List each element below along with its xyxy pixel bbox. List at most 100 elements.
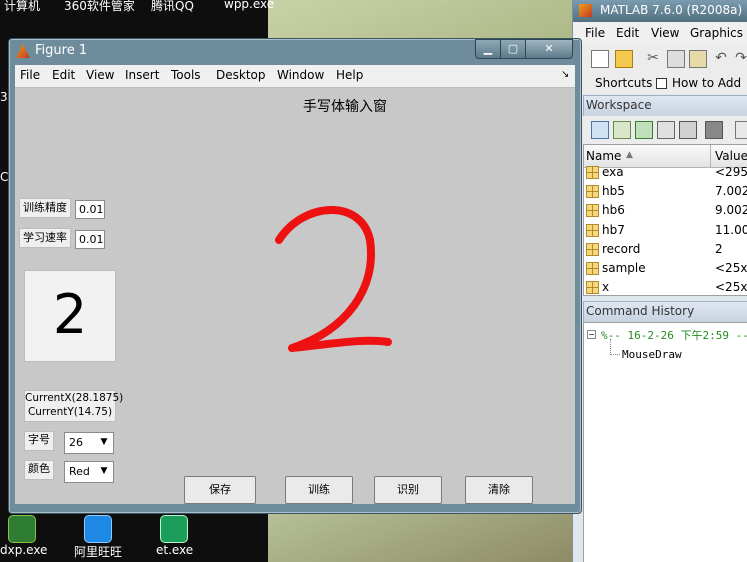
learning-rate-input[interactable]: 0.01 [75,230,105,249]
variable-name: sample [602,261,646,275]
menu-insert[interactable]: Insert [125,68,159,82]
handwritten-stroke [275,206,392,352]
copy-icon[interactable] [667,50,685,68]
recognition-result-box: 2 [24,270,116,362]
variable-name: hb7 [602,222,625,237]
collapse-icon[interactable]: − [587,330,596,339]
variable-matrix-icon [586,262,599,275]
workspace-row[interactable]: exa <295x [584,163,747,182]
recognize-button[interactable]: 识别 [374,476,442,504]
et-icon[interactable] [160,515,188,543]
variable-matrix-icon [586,166,599,179]
menu-edit[interactable]: Edit [52,68,75,82]
new-file-icon[interactable] [591,50,609,68]
matlab-menubar: File Edit View Graphics [573,22,747,44]
open-folder-icon[interactable] [615,50,633,68]
variable-name: hb6 [602,203,625,218]
shortcuts-label[interactable]: Shortcuts [595,76,652,90]
delete-icon[interactable] [705,121,723,139]
desktop-label-360[interactable]: 360软件管家 [64,0,135,14]
col-value-header[interactable]: Value [715,149,747,163]
save-workspace-icon[interactable] [635,121,653,139]
variable-name: hb5 [602,184,625,199]
figure-titlebar[interactable]: Figure 1 ▁ ▢ ✕ [9,39,581,65]
variable-value: <25x1 [715,261,747,275]
variable-value: 2 [715,241,723,256]
plot-select-icon[interactable] [735,121,747,139]
command-history-header: Command History [583,301,747,323]
menu-help[interactable]: Help [336,68,363,82]
workspace-row[interactable]: hb7 11.002 [584,221,747,240]
maximize-button[interactable]: ▢ [500,39,526,59]
variable-matrix-icon [586,242,599,256]
matlab-title: MATLAB 7.6.0 (R2008a) [600,3,743,17]
col-name-header[interactable]: Name [586,149,621,163]
open-selection-icon[interactable] [657,121,675,139]
workspace-row[interactable]: sample <25x1 [584,259,747,278]
figure-title: Figure 1 [35,43,88,58]
matlab-toolbar: ✂ ↶ ↷ [573,44,747,73]
learning-rate-label: 学习速率 [19,228,71,248]
desktop-label-wpp[interactable]: wpp.exe [224,0,274,11]
maximize-icon: ▢ [507,42,519,55]
menu-desktop[interactable]: Desktop [216,68,266,82]
how-to-add-link[interactable]: How to Add [672,76,741,90]
font-size-select[interactable]: 26 ▼ [64,432,114,454]
menu-file[interactable]: File [20,68,40,82]
print-icon[interactable] [679,121,697,139]
history-session-line[interactable]: %-- 16-2-26 下午2:59 -- [601,327,747,343]
workspace-table: Name ▲ Value exa <295x hb5 7.002 hb6 9.002 hb7… [583,144,747,296]
train-precision-input[interactable]: 0.01 [75,200,105,219]
history-command[interactable]: MouseDraw [622,348,682,361]
menu-view[interactable]: View [86,68,114,82]
matlab-menu-edit[interactable]: Edit [616,26,639,40]
drawing-area[interactable] [165,188,465,368]
import-data-icon[interactable] [613,121,631,139]
workspace-row[interactable]: record 2 [584,240,747,259]
redo-icon[interactable]: ↷ [733,50,747,66]
minimize-button[interactable]: ▁ [475,39,501,59]
variable-matrix-icon [586,223,599,237]
workspace-row[interactable]: hb6 9.002 [584,201,747,220]
matlab-menu-view[interactable]: View [651,26,679,40]
color-label: 颜色 [24,460,54,480]
desktop-edge-text: 3 [0,90,8,104]
desktop-label-et[interactable]: et.exe [156,543,193,557]
shortcut-add-icon[interactable] [656,78,667,89]
variable-value: 9.002 [715,203,747,218]
desktop-label-aliwangwang[interactable]: 阿里旺旺 [74,543,122,560]
undo-icon[interactable]: ↶ [713,50,729,66]
close-icon: ✕ [544,42,554,55]
color-select[interactable]: Red ▼ [64,461,114,483]
desktop-label-dxp[interactable]: dxp.exe [0,543,47,557]
paste-icon[interactable] [689,50,707,68]
workspace-title: Workspace [586,98,652,112]
menu-tools[interactable]: Tools [171,68,201,82]
matlab-menu-file[interactable]: File [585,26,605,40]
save-button[interactable]: 保存 [184,476,256,504]
dxp-icon[interactable] [8,515,36,543]
shortcuts-bar: Shortcuts How to Add [573,72,747,94]
clear-button[interactable]: 清除 [465,476,533,504]
workspace-row[interactable]: x <25x2 [584,278,747,295]
dock-arrow-icon[interactable]: ↘ [561,69,569,80]
close-button[interactable]: ✕ [525,39,573,59]
aliwangwang-icon[interactable] [84,515,112,543]
workspace-row[interactable]: hb5 7.002 [584,182,747,201]
variable-name: record [602,241,641,256]
sort-ascending-icon[interactable]: ▲ [626,150,633,160]
workspace-toolbar [583,116,747,144]
matlab-menu-graphics[interactable]: Graphics [690,26,743,40]
chevron-down-icon: ▼ [100,437,108,447]
recognized-digit: 2 [52,283,88,346]
desktop-label-computer[interactable]: 计算机 [4,0,40,14]
cut-icon[interactable]: ✂ [645,50,661,66]
new-variable-icon[interactable] [591,121,609,139]
figure-window: Figure 1 ▁ ▢ ✕ File Edit View Insert Too… [8,38,582,514]
desktop-label-qq[interactable]: 腾讯QQ [151,0,194,14]
menu-window[interactable]: Window [277,68,324,82]
train-button[interactable]: 训练 [285,476,353,504]
variable-name: exa [602,165,624,179]
font-size-label: 字号 [24,431,54,451]
font-size-value: 26 [69,436,83,449]
